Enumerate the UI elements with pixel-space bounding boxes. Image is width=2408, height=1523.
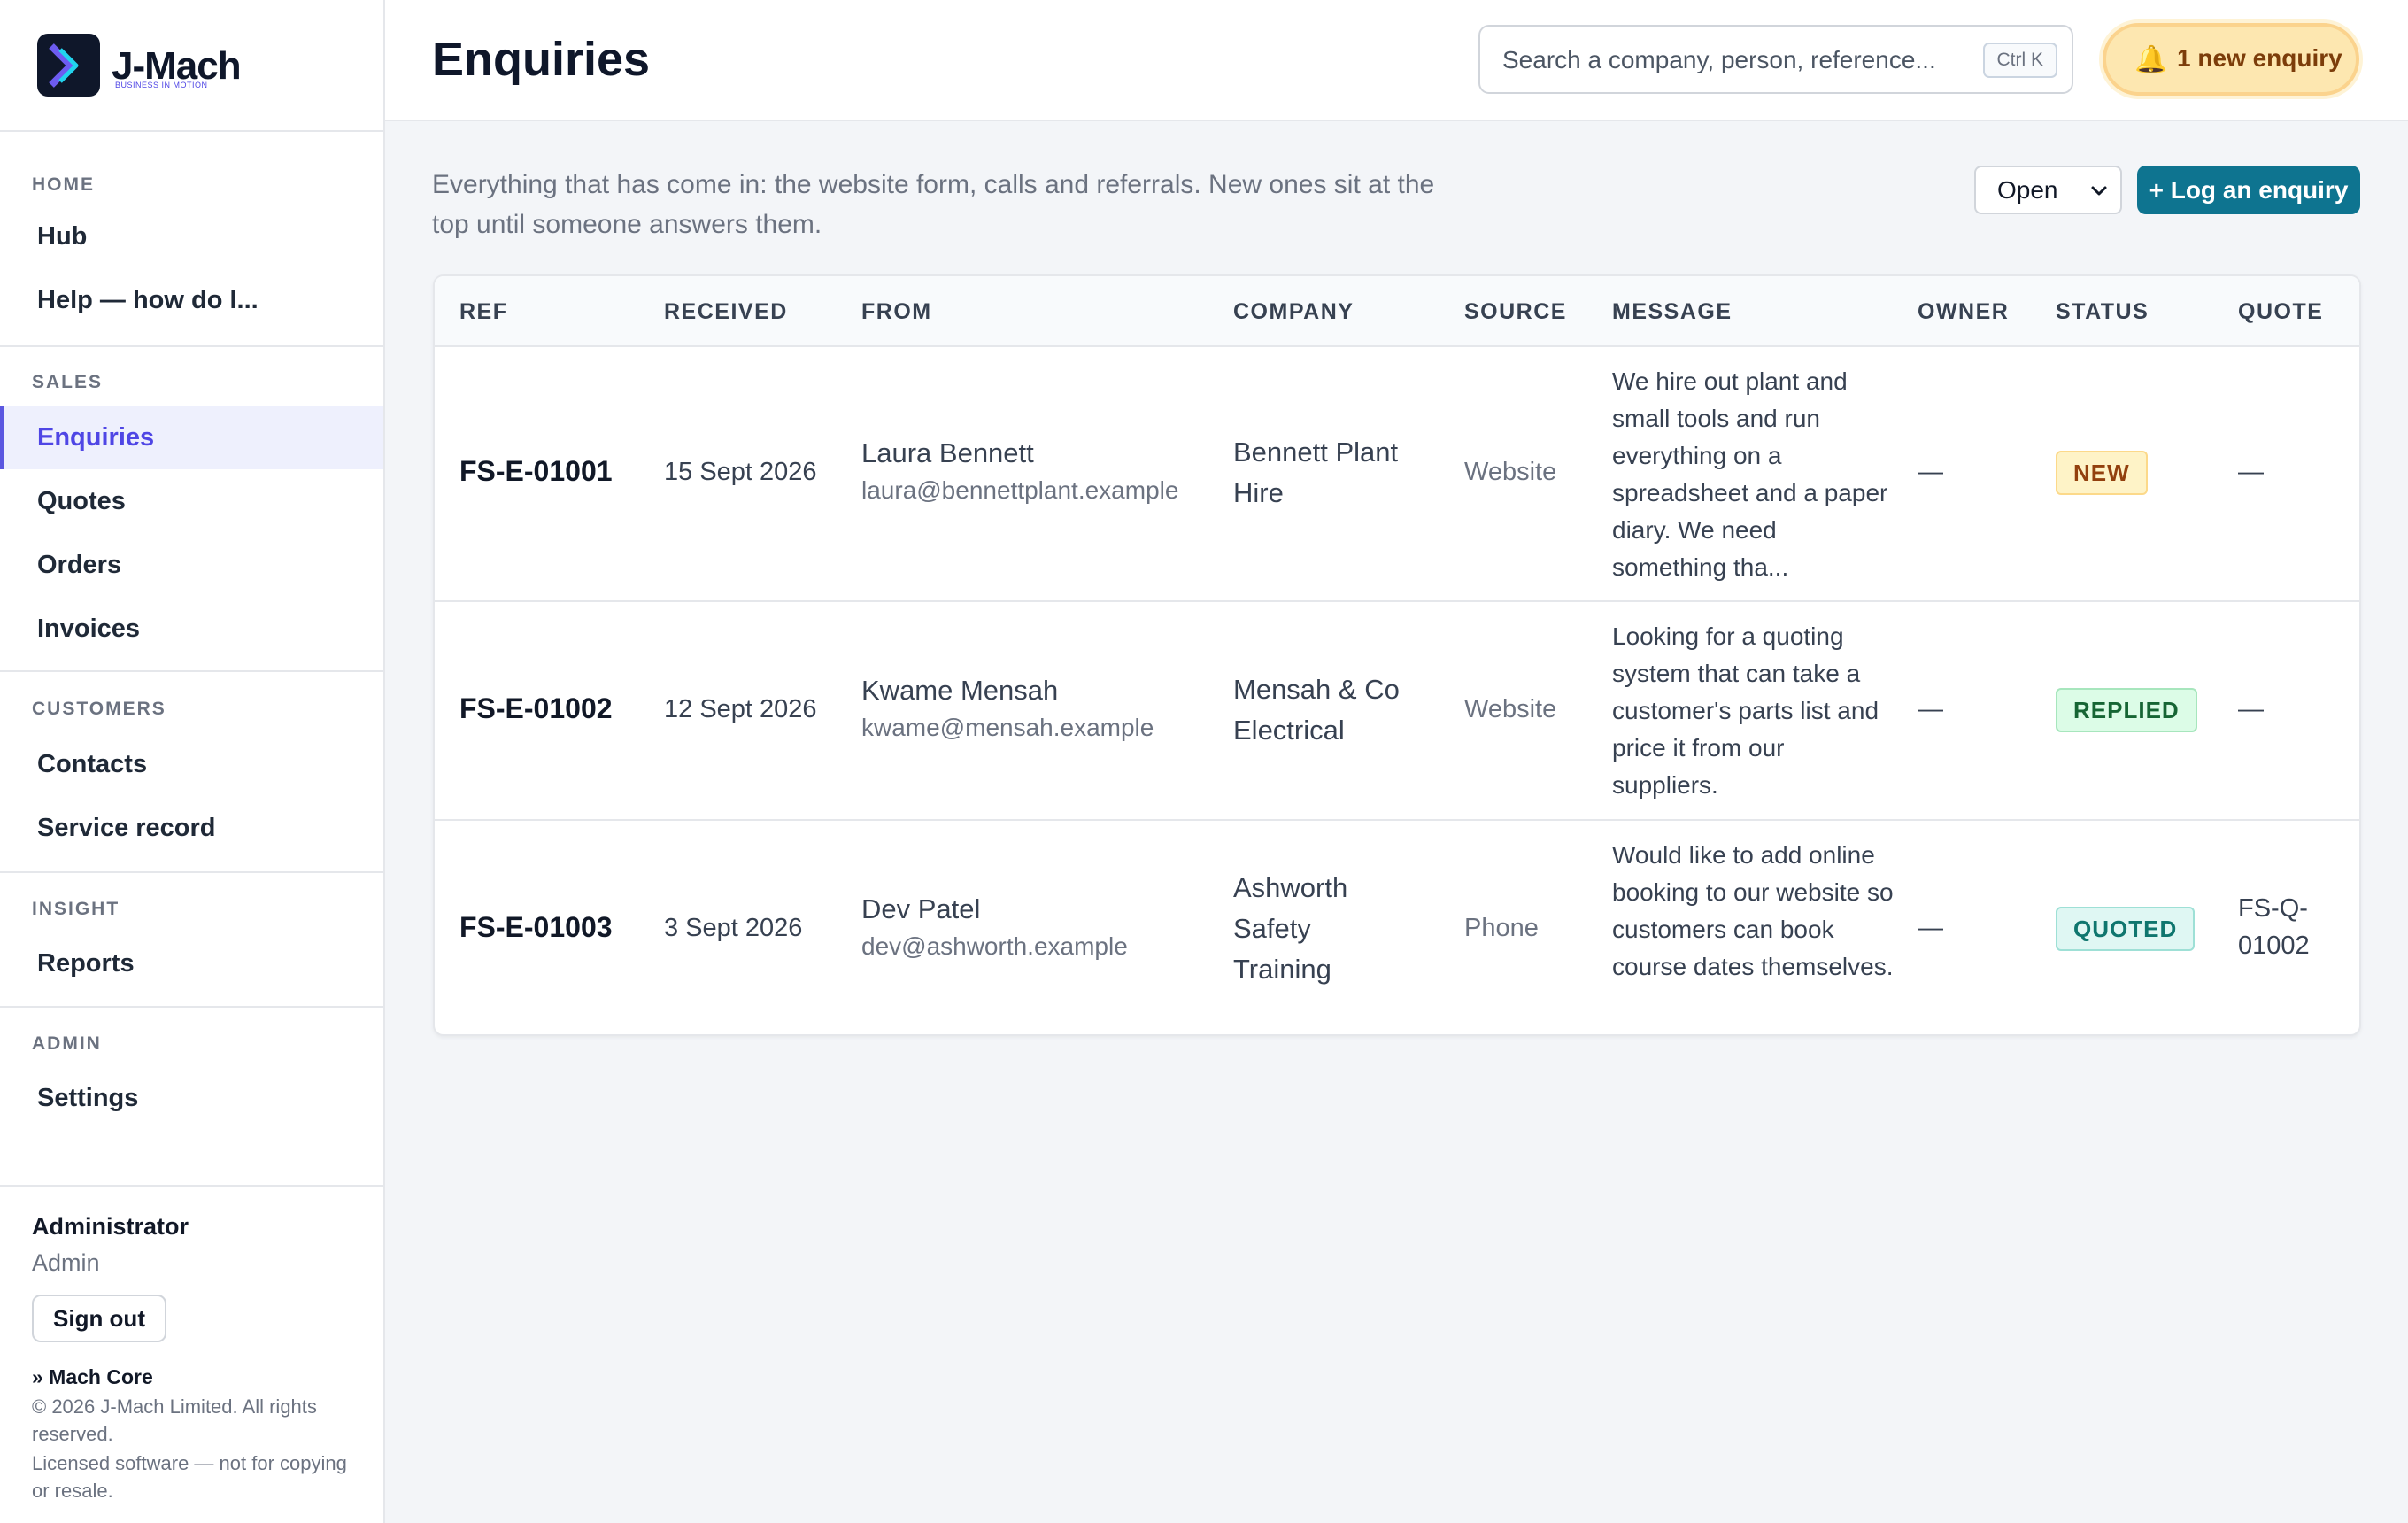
enquiry-message: Would like to add online booking to our …: [1612, 841, 1894, 980]
status-filter-value: Open: [1997, 176, 2058, 204]
enquiry-from: Kwame Mensah kwame@mensah.example: [861, 675, 1154, 742]
from-name: Dev Patel: [861, 893, 981, 924]
user-role: Admin: [32, 1249, 100, 1276]
enquiry-company: Ashworth Safety Training: [1233, 872, 1348, 985]
enquiry-ref[interactable]: FS-E-01002: [459, 692, 613, 725]
sidebar-item-help[interactable]: Help — how do I...: [0, 268, 383, 332]
enquiry-received: 3 Sept 2026: [664, 914, 803, 942]
status-badge: NEW: [2056, 451, 2148, 495]
enquiry-from: Dev Patel dev@ashworth.example: [861, 893, 1128, 961]
sidebar-item-hub[interactable]: Hub: [0, 205, 383, 268]
log-enquiry-button[interactable]: + Log an enquiry: [2137, 166, 2360, 214]
page-intro: Everything that has come in: the website…: [432, 170, 1435, 239]
sidebar-item-orders[interactable]: Orders: [0, 533, 383, 597]
nav-section-insight: INSIGHT Reports: [0, 873, 383, 1008]
logo-tagline: BUSINESS IN MOTION: [115, 81, 208, 89]
column-header-quote[interactable]: QUOTE: [2238, 299, 2323, 325]
from-email: kwame@mensah.example: [861, 714, 1154, 741]
column-header-owner[interactable]: OWNER: [1918, 299, 2009, 325]
new-enquiry-notification-button[interactable]: 🔔 1 new enquiry: [2103, 23, 2359, 96]
enquiry-message: We hire out plant and small tools and ru…: [1612, 367, 1888, 581]
from-email: laura@bennettplant.example: [861, 476, 1179, 504]
enquiry-received: 15 Sept 2026: [664, 458, 817, 486]
enquiry-message: Looking for a quoting system that can ta…: [1612, 622, 1879, 799]
enquiry-company: Bennett Plant Hire: [1233, 437, 1399, 508]
nav-section-home: HOME Hub Help — how do I...: [0, 132, 383, 347]
status-badge: REPLIED: [2056, 688, 2197, 732]
enquiry-quote: —: [2238, 695, 2264, 723]
bell-icon: 🔔: [2134, 45, 2168, 74]
table-row[interactable]: FS-E-01003 3 Sept 2026 Dev Patel dev@ash…: [435, 821, 2359, 1034]
from-name: Kwame Mensah: [861, 675, 1059, 706]
nav-section-sales: SALES Enquiries Quotes Orders Invoices: [0, 347, 383, 672]
sign-out-button[interactable]: Sign out: [32, 1295, 166, 1342]
table-row[interactable]: FS-E-01002 12 Sept 2026 Kwame Mensah kwa…: [435, 602, 2359, 821]
nav-heading-customers: CUSTOMERS: [32, 699, 166, 719]
status-badge: QUOTED: [2056, 907, 2196, 951]
logo[interactable]: J-Mach BUSINESS IN MOTION: [0, 0, 383, 132]
nav-heading-insight: INSIGHT: [32, 899, 120, 919]
enquiry-company: Mensah & Co Electrical: [1233, 674, 1400, 746]
enquiry-source: Website: [1464, 458, 1557, 486]
nav-section-customers: CUSTOMERS Contacts Service record: [0, 672, 383, 873]
chevron-down-icon: [2091, 186, 2107, 196]
column-header-status[interactable]: STATUS: [2056, 299, 2149, 325]
license-text: Licensed software — not for copying or r…: [32, 1452, 347, 1502]
nav-section-admin: ADMIN Settings: [0, 1008, 383, 1130]
table-header: REF RECEIVED FROM COMPANY SOURCE MESSAGE…: [435, 276, 2359, 347]
product-name: » Mach Core: [32, 1365, 153, 1388]
search-shortcut-badge: Ctrl K: [1982, 43, 2057, 78]
top-bar: Enquiries Search a company, person, refe…: [385, 0, 2408, 121]
status-filter-select[interactable]: Open: [1974, 166, 2122, 214]
sidebar: J-Mach BUSINESS IN MOTION HOME Hub Help …: [0, 0, 385, 1523]
from-email: dev@ashworth.example: [861, 932, 1128, 960]
sidebar-item-invoices[interactable]: Invoices: [0, 597, 383, 661]
column-header-message[interactable]: MESSAGE: [1612, 299, 1733, 325]
enquiry-owner: —: [1918, 695, 1943, 723]
sidebar-item-reports[interactable]: Reports: [0, 932, 383, 995]
column-header-from[interactable]: FROM: [861, 299, 932, 325]
sidebar-item-service-record[interactable]: Service record: [0, 796, 383, 860]
enquiry-from: Laura Bennett laura@bennettplant.example: [861, 437, 1178, 505]
column-header-received[interactable]: RECEIVED: [664, 299, 788, 325]
enquiry-received: 12 Sept 2026: [664, 695, 817, 723]
enquiry-source: Website: [1464, 695, 1557, 723]
sidebar-item-settings[interactable]: Settings: [0, 1066, 383, 1130]
copyright-text: © 2026 J-Mach Limited. All rights reserv…: [32, 1395, 317, 1445]
nav-heading-admin: ADMIN: [32, 1033, 102, 1054]
sidebar-item-contacts[interactable]: Contacts: [0, 732, 383, 796]
user-block: Administrator Admin Sign out » Mach Core…: [0, 1185, 383, 1504]
nav-heading-home: HOME: [32, 174, 95, 195]
enquiry-owner: —: [1918, 914, 1943, 942]
column-header-ref[interactable]: REF: [459, 299, 508, 325]
nav-heading-sales: SALES: [32, 372, 104, 392]
enquiry-owner: —: [1918, 458, 1943, 486]
page-title: Enquiries: [432, 33, 651, 86]
logo-mark-icon: [37, 34, 100, 97]
notification-label: 1 new enquiry: [2177, 44, 2342, 72]
table-row[interactable]: FS-E-01001 15 Sept 2026 Laura Bennett la…: [435, 347, 2359, 602]
column-header-source[interactable]: SOURCE: [1464, 299, 1567, 325]
enquiry-quote: —: [2238, 458, 2264, 486]
enquiry-ref[interactable]: FS-E-01003: [459, 911, 613, 944]
user-name: Administrator: [32, 1213, 189, 1240]
enquiry-ref[interactable]: FS-E-01001: [459, 455, 613, 488]
from-name: Laura Bennett: [861, 437, 1034, 468]
enquiries-table: REF RECEIVED FROM COMPANY SOURCE MESSAGE…: [433, 274, 2361, 1036]
enquiry-source: Phone: [1464, 914, 1539, 942]
search-placeholder: Search a company, person, reference...: [1502, 46, 1936, 73]
sidebar-item-quotes[interactable]: Quotes: [0, 469, 383, 533]
search-input[interactable]: Search a company, person, reference... C…: [1478, 25, 2073, 94]
quote-link[interactable]: FS-Q-01002: [2238, 890, 2344, 964]
sidebar-item-enquiries[interactable]: Enquiries: [0, 406, 383, 469]
column-header-company[interactable]: COMPANY: [1233, 299, 1354, 325]
